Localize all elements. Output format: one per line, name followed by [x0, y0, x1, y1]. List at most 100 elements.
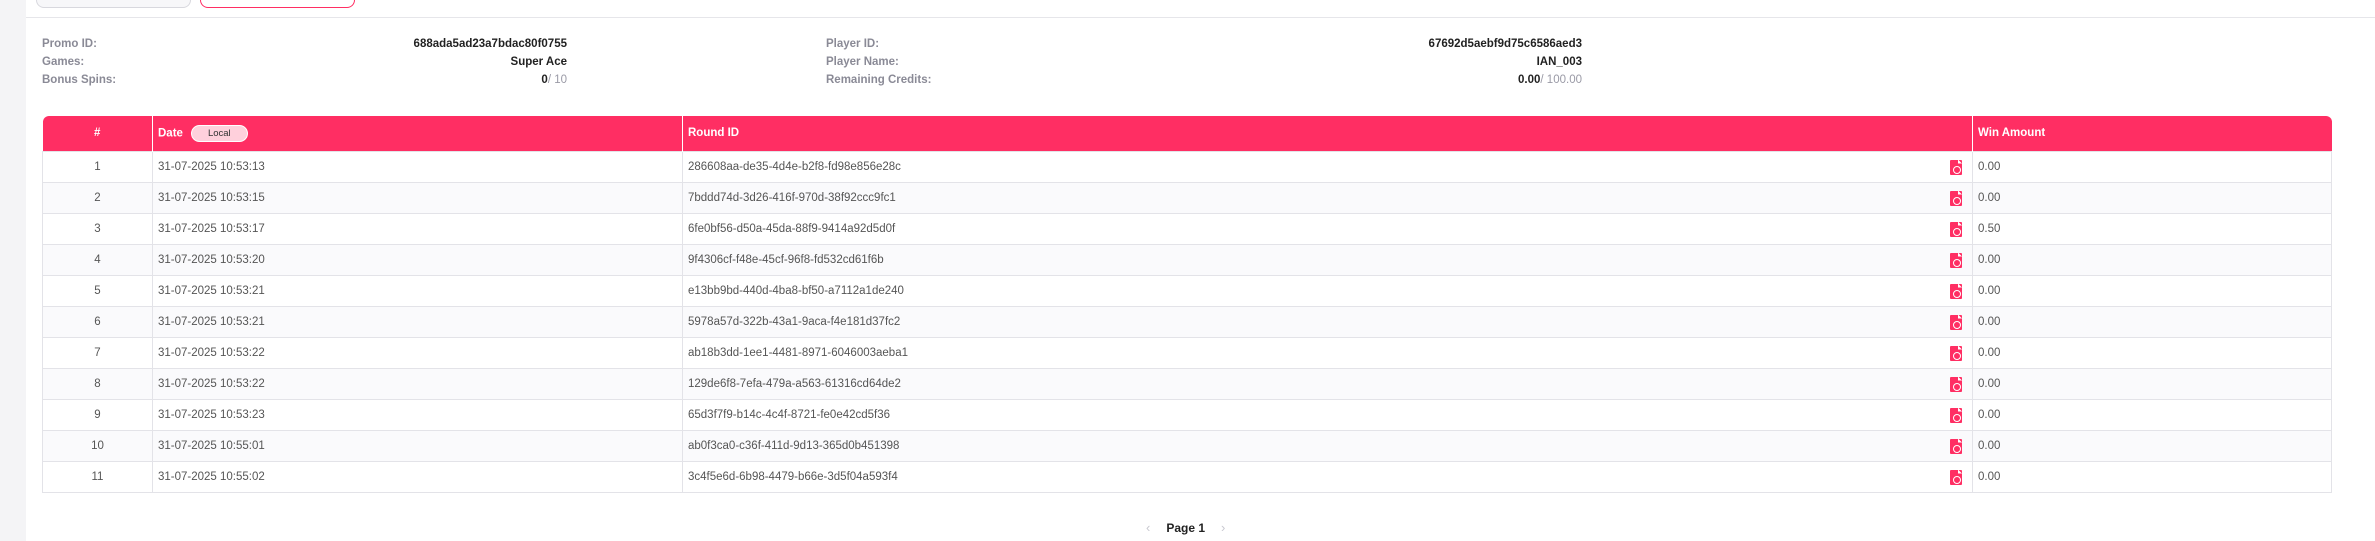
player-id-label: Player ID: [826, 38, 880, 50]
pdf-icon[interactable] [1950, 438, 1962, 454]
games-label: Games: [42, 56, 85, 68]
row-date: 31-07-2025 10:53:13 [152, 150, 683, 183]
row-num: 4 [42, 243, 153, 276]
player-name-value: IAN_003 [1536, 56, 1582, 68]
remaining-credits-label: Remaining Credits: [826, 74, 932, 86]
page-label: Page 1 [1166, 520, 1206, 535]
page: Promo ID: 688ada5ad23a7bdac80f0755 Playe… [26, 0, 2375, 541]
bonus-spins-value: 0/ 10 [541, 74, 567, 86]
row-round-id: 129de6f8-7efa-479a-a563-61316cd64de2 [688, 377, 901, 390]
row-num: 10 [42, 429, 153, 462]
row-num: 1 [42, 150, 153, 183]
row-round-id: 286608aa-de35-4d4e-b2f8-fd98e856e28c [688, 160, 901, 173]
table-row: 7 31-07-2025 10:53:22 ab18b3dd-1ee1-4481-8… [42, 336, 2332, 369]
row-date: 31-07-2025 10:53:15 [152, 181, 683, 214]
table-row: 1 31-07-2025 10:53:13 286608aa-de35-4d4e-b… [42, 150, 2332, 183]
row-win-amount: 0.00 [1972, 150, 2332, 183]
row-round-id: 3c4f5e6d-6b98-4479-b66e-3d5f04a593f4 [688, 470, 898, 483]
row-round-id: e13bb9bd-440d-4ba8-bf50-a7112a1de240 [688, 284, 904, 297]
pdf-icon[interactable] [1950, 376, 1962, 392]
row-round-id: 6fe0bf56-d50a-45da-88f9-9414a92d5d0f [688, 222, 896, 235]
pdf-icon[interactable] [1950, 252, 1962, 268]
table-row: 10 31-07-2025 10:55:01 ab0f3ca0-c36f-411d-… [42, 429, 2332, 462]
row-num: 8 [42, 367, 153, 400]
player-id-value: 67692d5aebf9d75c6586aed3 [1428, 38, 1582, 50]
local-time-toggle[interactable]: Local [190, 124, 248, 142]
row-date: 31-07-2025 10:53:22 [152, 336, 683, 369]
pdf-icon[interactable] [1950, 190, 1962, 206]
player-name-label: Player Name: [826, 56, 899, 68]
top-tab-bar [26, 0, 2375, 18]
table-row: 9 31-07-2025 10:53:23 65d3f7f9-b14c-4c4f-8… [42, 398, 2332, 431]
row-num: 11 [42, 460, 153, 493]
row-date: 31-07-2025 10:53:21 [152, 305, 683, 338]
pdf-icon[interactable] [1950, 159, 1962, 175]
remaining-credits-value: 0.00/ 100.00 [1518, 74, 1582, 86]
header-round-id: Round ID [682, 116, 1973, 151]
row-round-id-cell: 7bddd74d-3d26-416f-970d-38f92ccc9fc1 [682, 181, 1973, 214]
row-round-id-cell: e13bb9bd-440d-4ba8-bf50-a7112a1de240 [682, 274, 1973, 307]
row-win-amount: 0.00 [1972, 336, 2332, 369]
rounds-table-container: # Date Local Round ID Win Amount 1 31-07-2… [42, 116, 2332, 493]
promo-id-value: 688ada5ad23a7bdac80f0755 [413, 38, 567, 50]
pdf-icon[interactable] [1950, 407, 1962, 423]
prev-page-icon[interactable]: ‹ [1146, 520, 1150, 535]
row-round-id-cell: 3c4f5e6d-6b98-4479-b66e-3d5f04a593f4 [682, 460, 1973, 493]
tab-active[interactable] [200, 0, 355, 8]
row-num: 2 [42, 181, 153, 214]
row-round-id: ab0f3ca0-c36f-411d-9d13-365d0b451398 [688, 439, 900, 452]
row-round-id: 5978a57d-322b-43a1-9aca-f4e181d37fc2 [688, 315, 901, 328]
pdf-icon[interactable] [1950, 283, 1962, 299]
row-round-id: 9f4306cf-f48e-45cf-96f8-fd532cd61f6b [688, 253, 884, 266]
row-date: 31-07-2025 10:55:02 [152, 460, 683, 493]
pagination: ‹ Page 1 › [1146, 520, 1225, 535]
row-date: 31-07-2025 10:53:17 [152, 212, 683, 245]
bonus-spins-label: Bonus Spins: [42, 74, 117, 86]
promo-info-panel: Promo ID: 688ada5ad23a7bdac80f0755 Playe… [42, 38, 1582, 92]
row-num: 5 [42, 274, 153, 307]
table-body: 1 31-07-2025 10:53:13 286608aa-de35-4d4e-b… [42, 150, 2332, 493]
row-date: 31-07-2025 10:53:20 [152, 243, 683, 276]
header-date-label: Date [158, 127, 183, 140]
row-round-id-cell: 6fe0bf56-d50a-45da-88f9-9414a92d5d0f [682, 212, 1973, 245]
row-num: 7 [42, 336, 153, 369]
row-win-amount: 0.00 [1972, 305, 2332, 338]
header-win-amount: Win Amount [1972, 116, 2332, 151]
table-header-row: # Date Local Round ID Win Amount [42, 116, 2332, 151]
row-date: 31-07-2025 10:53:22 [152, 367, 683, 400]
row-num: 9 [42, 398, 153, 431]
pdf-icon[interactable] [1950, 469, 1962, 485]
row-round-id-cell: 65d3f7f9-b14c-4c4f-8721-fe0e42cd5f36 [682, 398, 1973, 431]
remaining-credits-current: 0.00 [1518, 74, 1541, 86]
table-row: 11 31-07-2025 10:55:02 3c4f5e6d-6b98-4479-… [42, 460, 2332, 493]
row-round-id-cell: 286608aa-de35-4d4e-b2f8-fd98e856e28c [682, 150, 1973, 183]
table-row: 4 31-07-2025 10:53:20 9f4306cf-f48e-45cf-9… [42, 243, 2332, 276]
row-win-amount: 0.00 [1972, 398, 2332, 431]
promo-id-label: Promo ID: [42, 38, 97, 50]
row-round-id-cell: 129de6f8-7efa-479a-a563-61316cd64de2 [682, 367, 1973, 400]
bonus-spins-total: / 10 [547, 74, 567, 86]
row-round-id-cell: 9f4306cf-f48e-45cf-96f8-fd532cd61f6b [682, 243, 1973, 276]
games-value: Super Ace [510, 56, 567, 68]
next-page-icon[interactable]: › [1221, 520, 1225, 535]
row-win-amount: 0.00 [1972, 181, 2332, 214]
pdf-icon[interactable] [1950, 314, 1962, 330]
table-row: 2 31-07-2025 10:53:15 7bddd74d-3d26-416f-9… [42, 181, 2332, 214]
row-round-id-cell: ab0f3ca0-c36f-411d-9d13-365d0b451398 [682, 429, 1973, 462]
table-row: 8 31-07-2025 10:53:22 129de6f8-7efa-479a-a… [42, 367, 2332, 400]
row-win-amount: 0.00 [1972, 367, 2332, 400]
pdf-icon[interactable] [1950, 345, 1962, 361]
row-num: 3 [42, 212, 153, 245]
remaining-credits-total: / 100.00 [1540, 74, 1582, 86]
tab-first[interactable] [36, 0, 191, 8]
row-round-id: ab18b3dd-1ee1-4481-8971-6046003aeba1 [688, 346, 908, 359]
pdf-icon[interactable] [1950, 221, 1962, 237]
row-round-id: 65d3f7f9-b14c-4c4f-8721-fe0e42cd5f36 [688, 408, 891, 421]
table-row: 3 31-07-2025 10:53:17 6fe0bf56-d50a-45da-8… [42, 212, 2332, 245]
row-date: 31-07-2025 10:53:23 [152, 398, 683, 431]
row-date: 31-07-2025 10:55:01 [152, 429, 683, 462]
row-round-id-cell: ab18b3dd-1ee1-4481-8971-6046003aeba1 [682, 336, 1973, 369]
row-round-id-cell: 5978a57d-322b-43a1-9aca-f4e181d37fc2 [682, 305, 1973, 338]
row-win-amount: 0.00 [1972, 429, 2332, 462]
row-win-amount: 0.00 [1972, 274, 2332, 307]
